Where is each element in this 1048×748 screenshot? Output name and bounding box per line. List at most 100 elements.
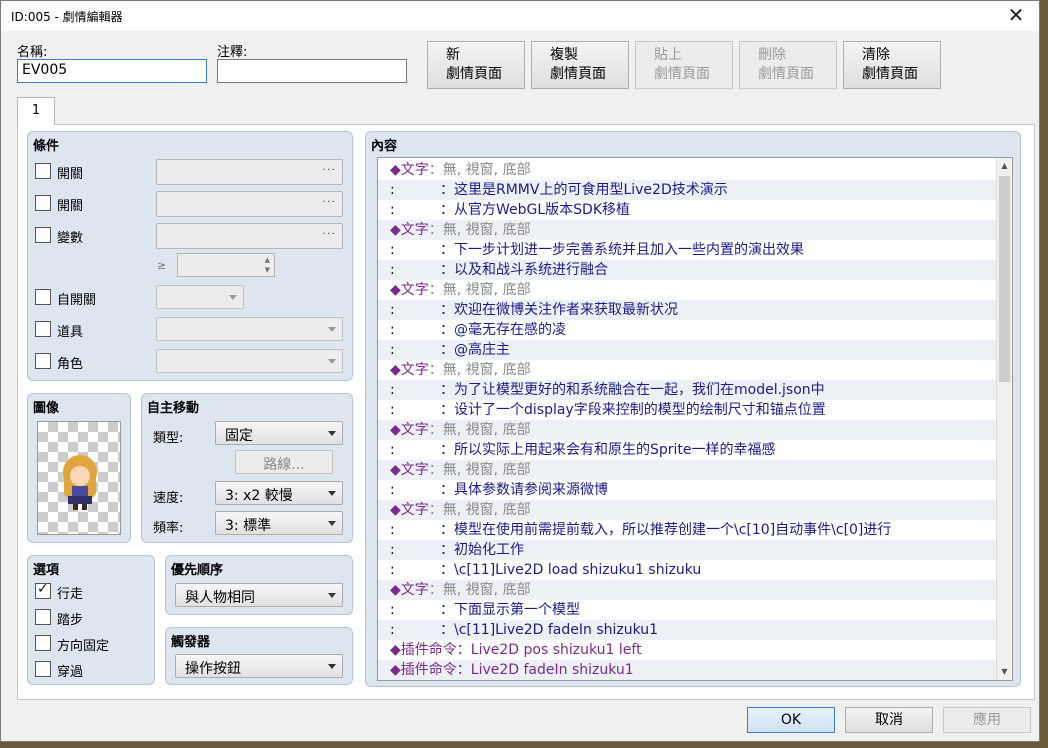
message-text: ：以及和战斗系统进行融合 bbox=[440, 262, 608, 278]
continuation-mark: : bbox=[390, 342, 395, 358]
message-text: ：@高庄主 bbox=[440, 342, 510, 358]
scroll-thumb[interactable] bbox=[999, 176, 1010, 382]
list-item[interactable]: ◆文字：無, 視窗, 底部 bbox=[378, 420, 998, 440]
command-head: ◆文字：無, 視窗, 底部 bbox=[390, 280, 531, 300]
variable-checkbox[interactable] bbox=[35, 227, 51, 243]
self-switch-checkbox[interactable] bbox=[35, 289, 51, 305]
close-icon[interactable]: ✕ bbox=[1001, 4, 1031, 28]
stepping-checkbox[interactable] bbox=[35, 609, 51, 625]
note-input[interactable] bbox=[217, 59, 407, 83]
list-item[interactable]: : ：\c[11]Live2D load shizuku1 shizuku bbox=[378, 560, 998, 580]
list-item[interactable]: ◆文字：無, 視窗, 底部 bbox=[378, 360, 998, 380]
message-text: ：下面显示第一个模型 bbox=[440, 602, 580, 618]
type-dropdown[interactable]: 固定 bbox=[215, 421, 343, 445]
actor-checkbox[interactable] bbox=[35, 353, 51, 369]
through-checkbox[interactable] bbox=[35, 661, 51, 677]
item-label: 道具 bbox=[57, 325, 84, 340]
frequency-label: 頻率: bbox=[153, 521, 184, 536]
list-item[interactable]: : ：为了让模型更好的和系统融合在一起，我们在model.json中 bbox=[378, 380, 998, 400]
continuation-mark: : bbox=[390, 262, 395, 278]
message-text: ：初始化工作 bbox=[440, 542, 524, 558]
new-page-button[interactable]: 新 劇情頁面 bbox=[427, 41, 525, 89]
continuation-mark: : bbox=[390, 182, 395, 198]
priority-dropdown[interactable]: 與人物相同 bbox=[175, 583, 343, 607]
route-button[interactable]: 路線... bbox=[235, 450, 333, 474]
direction-fix-checkbox[interactable] bbox=[35, 635, 51, 651]
copy-page-button-line2: 劇情頁面 bbox=[550, 66, 606, 82]
list-item[interactable]: : ：@毫无存在感的凌 bbox=[378, 320, 998, 340]
command-params: ：無, 視窗, 底部 bbox=[428, 162, 531, 178]
list-item[interactable]: : ：以及和战斗系统进行融合 bbox=[378, 260, 998, 280]
spinner-up-icon[interactable]: ▲ bbox=[265, 256, 270, 264]
apply-button[interactable]: 應用 bbox=[943, 707, 1031, 733]
list-item[interactable]: : ：模型在使用前需提前载入，所以推荐创建一个\c[10]自动事件\c[0]进行 bbox=[378, 520, 998, 540]
delete-page-button[interactable]: 刪除 劇情頁面 bbox=[739, 41, 837, 89]
command-head: ◆文字：無, 視窗, 底部 bbox=[390, 580, 531, 600]
list-item[interactable]: ◆文字：無, 視窗, 底部 bbox=[378, 160, 998, 180]
list-item[interactable]: ◆文字：無, 視窗, 底部 bbox=[378, 280, 998, 300]
list-item[interactable]: : ：所以实际上用起来会有和原生的Sprite一样的幸福感 bbox=[378, 440, 998, 460]
copy-page-button[interactable]: 複製 劇情頁面 bbox=[531, 41, 629, 89]
trigger-dropdown[interactable]: 操作按鈕 bbox=[175, 654, 343, 678]
clear-page-button-line2: 劇情頁面 bbox=[862, 66, 918, 82]
switch1-checkbox[interactable] bbox=[35, 163, 51, 179]
speed-dropdown[interactable]: 3: x2 較慢 bbox=[215, 481, 343, 505]
list-item[interactable]: : ：\c[11]Live2D fadeIn shizuku1 bbox=[378, 620, 998, 640]
list-item[interactable]: ◆文字：無, 視窗, 底部 bbox=[378, 220, 998, 240]
continuation-mark: : bbox=[390, 382, 395, 398]
scroll-up-icon[interactable]: ▲ bbox=[997, 158, 1012, 174]
spinner-down-icon[interactable]: ▼ bbox=[265, 266, 270, 274]
command-params: ：無, 視窗, 底部 bbox=[428, 362, 531, 378]
trigger-title: 觸發器 bbox=[171, 635, 211, 650]
self-switch-dropdown[interactable] bbox=[156, 285, 244, 309]
type-dropdown-value: 固定 bbox=[225, 428, 253, 444]
continuation-mark: : bbox=[390, 322, 395, 338]
list-item[interactable]: ◆文字：無, 視窗, 底部 bbox=[378, 460, 998, 480]
list-item[interactable]: : ：@高庄主 bbox=[378, 340, 998, 360]
item-checkbox[interactable] bbox=[35, 321, 51, 337]
frequency-dropdown[interactable]: 3: 標準 bbox=[215, 511, 343, 535]
continuation-mark: : bbox=[390, 442, 395, 458]
command-name: ◆文字 bbox=[390, 462, 429, 478]
switch1-field[interactable]: ··· bbox=[156, 159, 343, 185]
message-text: ：\c[11]Live2D fadeIn shizuku1 bbox=[440, 622, 659, 638]
vertical-scrollbar[interactable]: ▲ ▼ bbox=[996, 158, 1012, 680]
scroll-down-icon[interactable]: ▼ bbox=[997, 664, 1012, 680]
actor-dropdown[interactable] bbox=[156, 349, 343, 373]
walking-checkbox[interactable] bbox=[35, 581, 51, 599]
paste-page-button-line1: 貼上 bbox=[654, 47, 682, 63]
tab-page-1[interactable]: 1 bbox=[17, 97, 55, 125]
paste-page-button[interactable]: 貼上 劇情頁面 bbox=[635, 41, 733, 89]
command-params: ：無, 視窗, 底部 bbox=[428, 222, 531, 238]
event-command-list[interactable]: ◆文字：無, 視窗, 底部: ：这里是RMMV上的可食用型Live2D技术演示:：… bbox=[377, 157, 1013, 681]
list-item[interactable]: : ：设计了一个display字段来控制的模型的绘制尺寸和锚点位置 bbox=[378, 400, 998, 420]
list-item[interactable]: : ：初始化工作 bbox=[378, 540, 998, 560]
cancel-button[interactable]: 取消 bbox=[845, 707, 933, 733]
variable-value-spinner[interactable]: ▲ ▼ bbox=[177, 253, 275, 277]
character-image[interactable] bbox=[37, 421, 121, 535]
list-item[interactable]: ◆插件命令：Live2D fadeIn shizuku1 bbox=[378, 660, 998, 680]
command-head: ◆文字：無, 視窗, 底部 bbox=[390, 160, 531, 180]
clear-page-button-line1: 清除 bbox=[862, 47, 890, 63]
command-params: ：無, 視窗, 底部 bbox=[428, 502, 531, 518]
switch2-field[interactable]: ··· bbox=[156, 191, 343, 217]
message-text: ：欢迎在微博关注作者来获取最新状况 bbox=[440, 302, 678, 318]
ok-button[interactable]: OK bbox=[747, 707, 835, 733]
self-switch-label: 自開關 bbox=[57, 293, 97, 308]
list-item[interactable]: : ：下面显示第一个模型 bbox=[378, 600, 998, 620]
switch2-checkbox[interactable] bbox=[35, 195, 51, 211]
clear-page-button[interactable]: 清除 劇情頁面 bbox=[843, 41, 941, 89]
variable-field[interactable]: ··· bbox=[156, 223, 343, 249]
command-name: ◆文字 bbox=[390, 162, 429, 178]
new-page-button-line1: 新 bbox=[446, 47, 460, 63]
list-item[interactable]: : ：欢迎在微博关注作者来获取最新状况 bbox=[378, 300, 998, 320]
list-item[interactable]: : ：具体参数请参阅来源微博 bbox=[378, 480, 998, 500]
list-item[interactable]: ◆文字：無, 視窗, 底部 bbox=[378, 500, 998, 520]
list-item[interactable]: : ：这里是RMMV上的可食用型Live2D技术演示 bbox=[378, 180, 998, 200]
item-dropdown[interactable] bbox=[156, 317, 343, 341]
list-item[interactable]: : ：下一步计划进一步完善系统并且加入一些内置的演出效果 bbox=[378, 240, 998, 260]
list-item[interactable]: ◆插件命令：Live2D pos shizuku1 left bbox=[378, 640, 998, 660]
name-input[interactable]: EV005 bbox=[17, 59, 207, 83]
list-item[interactable]: ◆文字：無, 視窗, 底部 bbox=[378, 580, 998, 600]
list-item[interactable]: : ：从官方WebGL版本SDK移植 bbox=[378, 200, 998, 220]
